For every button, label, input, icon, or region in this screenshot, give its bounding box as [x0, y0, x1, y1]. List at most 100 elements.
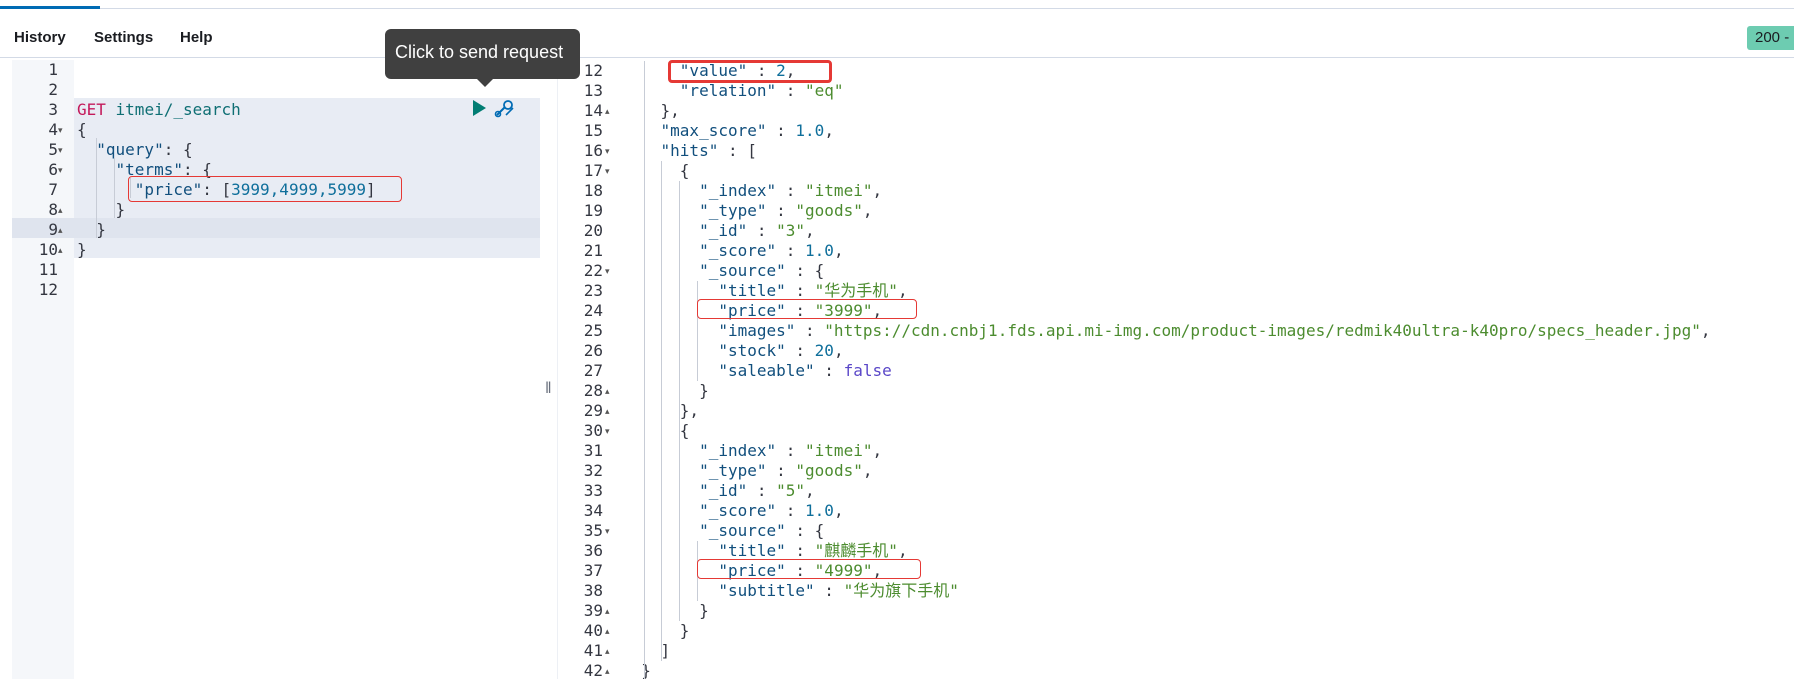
settings-menu-item[interactable]: Settings — [94, 29, 153, 46]
code-line[interactable]: "_id" : "5", — [622, 481, 1711, 501]
line-number: 25 — [583, 321, 603, 340]
code-line[interactable]: "_score" : 1.0, — [622, 241, 1711, 261]
code-line[interactable]: ] — [622, 641, 1711, 661]
code-line[interactable]: "_index" : "itmei", — [622, 181, 1711, 201]
code-line[interactable]: "saleable" : false — [622, 361, 1711, 381]
code-line[interactable]: "price" : "3999", — [622, 301, 1711, 321]
code-line[interactable] — [77, 280, 376, 300]
code-line[interactable]: "title" : "麒麟手机", — [622, 541, 1711, 561]
code-line[interactable]: "_id" : "3", — [622, 221, 1711, 241]
fold-toggle-icon[interactable]: ▴ — [58, 220, 72, 240]
code-line[interactable] — [77, 260, 376, 280]
code-line[interactable] — [77, 80, 376, 100]
line-number: 36 — [583, 541, 603, 560]
fold-toggle-icon — [605, 561, 619, 581]
fold-toggle-icon[interactable]: ▾ — [605, 521, 619, 541]
code-line[interactable]: "title" : "华为手机", — [622, 281, 1711, 301]
indent-guide — [114, 158, 115, 218]
fold-toggle-icon[interactable]: ▴ — [605, 621, 619, 641]
code-line[interactable]: { — [622, 421, 1711, 441]
line-number: 24 — [583, 301, 603, 320]
line-number: 23 — [583, 281, 603, 300]
code-line[interactable]: "price" : "4999", — [622, 561, 1711, 581]
fold-toggle-icon[interactable]: ▴ — [605, 381, 619, 401]
code-line[interactable]: } — [622, 621, 1711, 641]
indent-guide — [644, 61, 645, 679]
fold-toggle-icon[interactable]: ▴ — [605, 641, 619, 661]
fold-toggle-icon[interactable]: ▾ — [605, 421, 619, 441]
line-number: 35 — [583, 521, 603, 540]
fold-toggle-icon[interactable]: ▴ — [605, 101, 619, 121]
code-line[interactable]: } — [622, 661, 1711, 679]
code-line[interactable]: "images" : "https://cdn.cnbj1.fds.api.mi… — [622, 321, 1710, 341]
code-line[interactable]: } — [77, 200, 376, 220]
code-line[interactable]: "_index" : "itmei", — [622, 441, 1711, 461]
line-number: 4 — [48, 120, 58, 139]
fold-toggle-icon[interactable]: ▾ — [58, 120, 72, 140]
code-line[interactable]: "query": { — [77, 140, 376, 160]
fold-toggle-icon — [58, 180, 72, 200]
request-editor[interactable]: GET itmei/_search{ "query": { "terms": {… — [77, 60, 376, 300]
code-line[interactable]: { — [77, 120, 376, 140]
fold-toggle-icon[interactable]: ▴ — [605, 401, 619, 421]
code-line[interactable]: "relation" : "eq" — [622, 81, 1711, 101]
response-fold-markers[interactable]: ▴ ▾ ▾ ▾ ▴ ▴ ▾ ▾ ▴ ▴ ▴ ▴ — [605, 61, 619, 679]
help-menu-item[interactable]: Help — [180, 29, 213, 46]
fold-toggle-icon — [58, 100, 72, 120]
code-line[interactable]: } — [622, 381, 1711, 401]
code-line[interactable]: "_source" : { — [622, 521, 1711, 541]
fold-toggle-icon — [605, 181, 619, 201]
code-line[interactable]: "hits" : [ — [622, 141, 1711, 161]
fold-toggle-icon[interactable]: ▴ — [605, 601, 619, 621]
line-number: 13 — [583, 81, 603, 100]
code-line[interactable]: "subtitle" : "华为旗下手机" — [622, 581, 1711, 601]
line-number: 37 — [583, 561, 603, 580]
fold-toggle-icon[interactable]: ▾ — [58, 140, 72, 160]
code-line[interactable]: "_source" : { — [622, 261, 1711, 281]
code-line[interactable] — [77, 60, 376, 80]
fold-toggle-icon[interactable]: ▾ — [58, 160, 72, 180]
code-line[interactable]: "terms": { — [77, 160, 376, 180]
line-number: 40 — [583, 621, 603, 640]
code-line[interactable]: "_score" : 1.0, — [622, 501, 1711, 521]
fold-toggle-icon — [605, 541, 619, 561]
code-line[interactable]: } — [77, 240, 376, 260]
wrench-icon[interactable] — [494, 99, 516, 119]
code-line[interactable]: "stock" : 20, — [622, 341, 1711, 361]
code-line[interactable]: "max_score" : 1.0, — [622, 121, 1711, 141]
fold-toggle-icon[interactable]: ▴ — [58, 200, 72, 220]
code-line[interactable]: "price": [3999,4999,5999] — [77, 180, 376, 200]
fold-toggle-icon[interactable]: ▴ — [58, 240, 72, 260]
request-line-numbers: 1 2 3 4 5 6 7 8 9 10 11 12 — [12, 60, 58, 300]
code-line[interactable]: "_type" : "goods", — [622, 461, 1711, 481]
panel-resize-handle[interactable]: ‖ — [545, 380, 553, 400]
line-number: 22 — [583, 261, 603, 280]
code-line[interactable]: } — [77, 220, 376, 240]
history-menu-item[interactable]: History — [14, 29, 66, 46]
fold-toggle-icon — [605, 221, 619, 241]
response-viewer[interactable]: "value" : 2, "relation" : "eq" }, "max_s… — [622, 61, 1711, 679]
fold-toggle-icon[interactable]: ▾ — [605, 141, 619, 161]
line-number: 30 — [583, 421, 603, 440]
code-line[interactable]: }, — [622, 401, 1711, 421]
fold-toggle-icon[interactable]: ▾ — [605, 261, 619, 281]
line-number: 9 — [48, 220, 58, 239]
status-badge: 200 - — [1747, 26, 1794, 50]
active-tab-indicator — [0, 6, 100, 9]
line-number: 19 — [583, 201, 603, 220]
fold-toggle-icon[interactable]: ▾ — [605, 161, 619, 181]
line-number: 38 — [583, 581, 603, 600]
fold-toggle-icon — [58, 260, 72, 280]
request-method: GET — [77, 100, 106, 119]
code-line[interactable]: { — [622, 161, 1711, 181]
line-number: 15 — [583, 121, 603, 140]
indent-guide — [96, 138, 97, 238]
code-line[interactable]: "value" : 2, — [622, 61, 1711, 81]
request-fold-markers[interactable]: ▾ ▾ ▾ ▴ ▴ ▴ — [58, 60, 72, 300]
code-line[interactable]: "_type" : "goods", — [622, 201, 1711, 221]
play-icon[interactable] — [470, 99, 488, 117]
code-line[interactable]: } — [622, 601, 1711, 621]
fold-toggle-icon[interactable]: ▴ — [605, 661, 619, 679]
code-line[interactable]: GET itmei/_search — [77, 100, 376, 120]
code-line[interactable]: }, — [622, 101, 1711, 121]
